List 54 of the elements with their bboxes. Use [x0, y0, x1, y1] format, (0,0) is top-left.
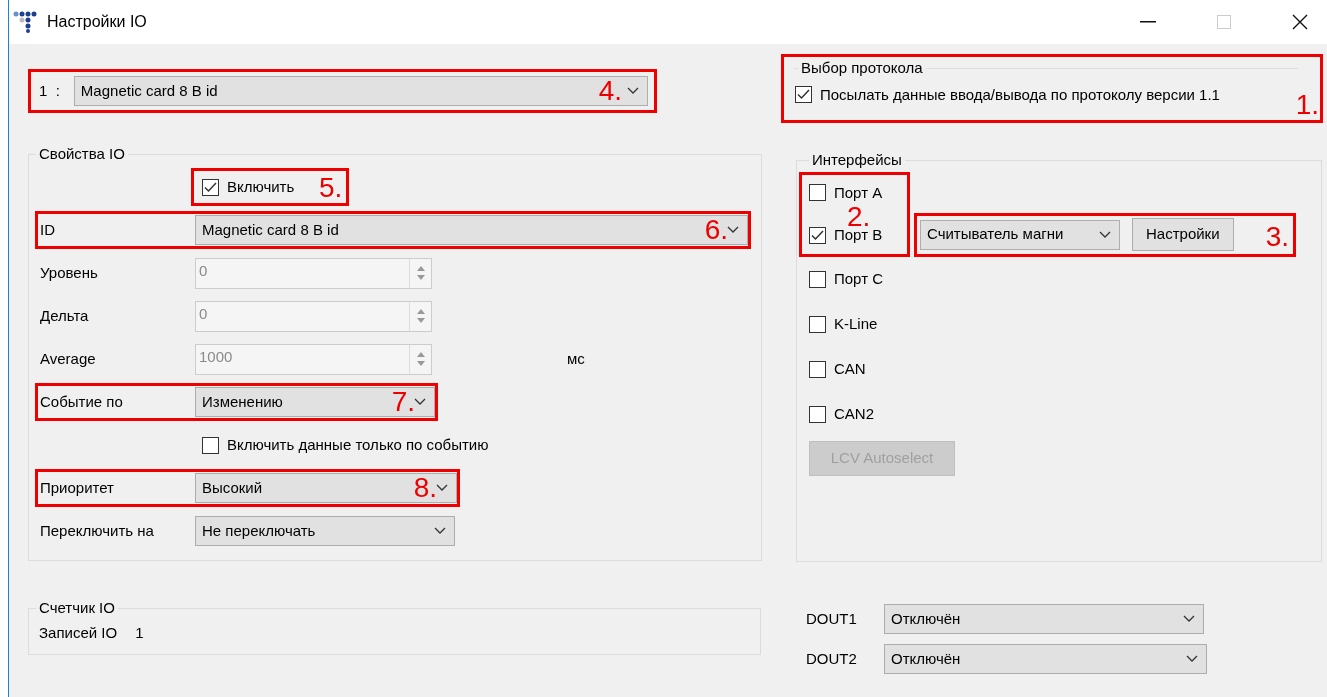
annotation-number: 3.: [1265, 222, 1289, 251]
annotation-number: 1.: [1295, 91, 1319, 119]
close-icon: [1292, 14, 1308, 30]
checkbox[interactable]: Порт A: [809, 181, 907, 204]
checkmark-icon: [797, 89, 810, 101]
chevron-down-icon: [1099, 230, 1111, 239]
checkbox[interactable]: Включить данные только по событию: [202, 433, 489, 457]
annotation-number: 6.: [704, 216, 728, 244]
checkbox[interactable]: Посылать данные ввода/вывода по протоколу версии 1.1: [795, 83, 1298, 106]
checkbox[interactable]: Порт C: [809, 267, 883, 291]
unit-label: мс: [567, 348, 585, 369]
field-label: Average: [40, 348, 97, 369]
counter-label: Записей IO: [39, 622, 118, 643]
annotation-number: 5.: [318, 174, 343, 202]
checkmark-icon: [811, 229, 824, 241]
chevron-down-icon: [1183, 615, 1195, 623]
dropdown[interactable]: Не переключать: [195, 516, 455, 546]
annotation-number: 2.: [847, 202, 871, 231]
chevron-down-icon: [414, 398, 426, 406]
output-label: DOUT2: [806, 648, 858, 669]
dropdown[interactable]: Отключён: [884, 604, 1204, 634]
minimize-icon: [1140, 21, 1156, 23]
dropdown[interactable]: Считыватель магни: [920, 219, 1120, 250]
window-title: Настройки IO: [47, 12, 147, 32]
group-title: Интерфейсы: [811, 150, 903, 170]
chevron-down-icon: [1186, 655, 1198, 663]
group-title: Свойства IO: [38, 144, 126, 164]
dropdown[interactable]: Отключён: [884, 644, 1207, 674]
field-label: Приоритет: [40, 477, 115, 498]
field-label: Переключить на: [40, 520, 155, 541]
group-title: Счетчик IO: [38, 598, 116, 618]
annotation-number: 7.: [391, 388, 415, 416]
io-index-label: 1 :: [39, 80, 60, 101]
annotation-number: 8.: [413, 474, 437, 502]
checkmark-icon: [204, 181, 217, 193]
output-label: DOUT1: [806, 608, 858, 629]
maximize-icon: [1217, 15, 1231, 29]
chevron-down-icon: [436, 484, 448, 492]
checkbox[interactable]: K-Line: [809, 312, 878, 336]
field-label: Дельта: [40, 305, 90, 326]
field-label: ID: [40, 219, 56, 240]
chevron-down-icon: [434, 527, 446, 535]
checkbox[interactable]: CAN2: [809, 402, 874, 426]
settings-button[interactable]: Настройки: [1132, 218, 1234, 251]
chevron-down-icon: [727, 226, 739, 234]
field-label: Событие по: [40, 391, 124, 412]
checkbox[interactable]: CAN: [809, 357, 866, 381]
annotation-number: 4.: [598, 77, 622, 105]
field-label: Уровень: [40, 262, 99, 283]
counter-value: 1: [135, 622, 144, 643]
checkbox[interactable]: Включить: [202, 175, 295, 199]
app-logo-icon: [13, 11, 37, 33]
group-title: Выбор протокола: [800, 58, 924, 78]
chevron-down-icon: [626, 87, 639, 95]
